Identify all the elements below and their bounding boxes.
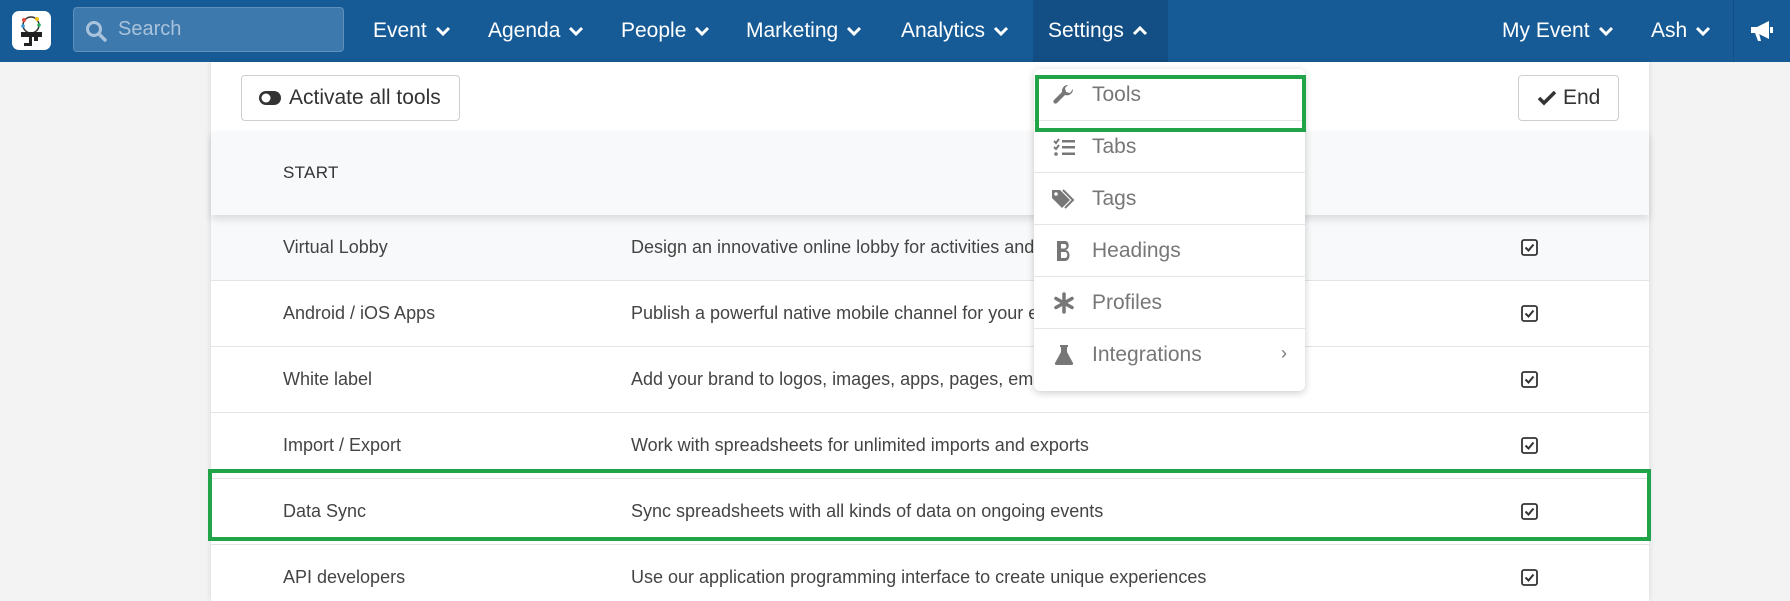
search-input[interactable] (118, 8, 338, 51)
tools-panel: Activate all tools End START Virtual Lob… (211, 62, 1649, 601)
nav-agenda-label: Agenda (488, 19, 561, 42)
start-label: START (283, 163, 339, 182)
menu-item-tabs[interactable]: Tabs (1034, 121, 1305, 173)
search-box[interactable] (73, 7, 344, 52)
checkbox-checked-icon[interactable] (1521, 437, 1538, 454)
checkbox-checked-icon[interactable] (1521, 569, 1538, 586)
tool-description: Design an innovative online lobby for ac… (631, 237, 1035, 257)
tool-name: API developers (283, 567, 406, 587)
tool-description: Add your brand to logos, images, apps, p… (631, 369, 1052, 389)
tool-description: Use our application programming interfac… (631, 567, 1207, 587)
app-logo[interactable] (12, 11, 51, 50)
menu-item-label: Tools (1092, 82, 1142, 106)
nav-my-event-label: My Event (1502, 19, 1590, 42)
chevron-down-icon (847, 26, 862, 37)
check-icon (1537, 90, 1557, 106)
wrench-icon (1050, 84, 1078, 106)
menu-item-label: Headings (1092, 238, 1181, 262)
table-row: Data Sync Sync spreadsheets with all kin… (211, 479, 1649, 545)
tool-name: Data Sync (283, 501, 367, 521)
tags-icon (1050, 188, 1078, 210)
tool-name: Android / iOS Apps (283, 303, 436, 323)
tool-name: Import / Export (283, 435, 402, 455)
menu-item-tools[interactable]: Tools (1034, 69, 1305, 121)
table-row: Android / iOS Apps Publish a powerful na… (211, 281, 1649, 347)
nav-user-menu[interactable]: Ash (1651, 0, 1711, 62)
nav-agenda[interactable]: Agenda (488, 0, 584, 62)
menu-item-label: Integrations (1092, 343, 1202, 366)
chevron-down-icon (1598, 26, 1613, 37)
end-button[interactable]: End (1518, 75, 1619, 121)
nav-event[interactable]: Event (373, 0, 451, 62)
chevron-right-icon: › (1281, 343, 1287, 363)
nav-people-label: People (621, 19, 687, 42)
checkbox-checked-icon[interactable] (1521, 503, 1538, 520)
nav-user-label: Ash (1651, 19, 1688, 42)
chevron-down-icon (993, 26, 1009, 37)
nav-my-event[interactable]: My Event (1502, 0, 1614, 62)
flask-icon (1050, 344, 1078, 366)
top-navbar: Event Agenda People Marketing Analytics … (0, 0, 1790, 62)
start-section-header: START (211, 132, 1649, 215)
checkbox-checked-icon[interactable] (1521, 305, 1538, 322)
bold-icon (1050, 240, 1078, 262)
nav-analytics-label: Analytics (901, 19, 986, 42)
table-row: White label Add your brand to logos, ima… (211, 347, 1649, 413)
chevron-down-icon (695, 26, 710, 37)
menu-item-profiles[interactable]: Profiles (1034, 277, 1305, 329)
asterisk-icon (1050, 291, 1078, 314)
checkbox-checked-icon[interactable] (1521, 371, 1538, 388)
settings-dropdown-menu: Tools Tabs Tags Headings Profiles Integr… (1034, 69, 1305, 391)
nav-people[interactable]: People (621, 0, 710, 62)
tool-name: Virtual Lobby (283, 237, 388, 257)
nav-marketing[interactable]: Marketing (746, 0, 862, 62)
menu-item-tags[interactable]: Tags (1034, 173, 1305, 225)
menu-item-integrations[interactable]: Integrations › (1034, 329, 1305, 381)
nav-event-label: Event (373, 19, 427, 42)
chevron-down-icon (435, 26, 450, 37)
nav-marketing-label: Marketing (746, 19, 839, 42)
table-row: API developers Use our application progr… (211, 545, 1649, 601)
table-row: Virtual Lobby Design an innovative onlin… (211, 215, 1649, 281)
menu-item-label: Tabs (1092, 134, 1137, 158)
nav-settings-label: Settings (1048, 19, 1124, 42)
chevron-down-icon (569, 26, 584, 37)
search-icon (86, 21, 107, 42)
menu-item-label: Profiles (1092, 290, 1163, 314)
list-check-icon (1050, 137, 1078, 156)
nav-analytics[interactable]: Analytics (901, 0, 1009, 62)
activate-all-tools-button[interactable]: Activate all tools (241, 75, 460, 121)
chevron-up-icon (1132, 25, 1147, 36)
activate-all-tools-label: Activate all tools (289, 86, 441, 109)
announcements-button[interactable] (1733, 0, 1790, 62)
checkbox-checked-icon[interactable] (1521, 239, 1538, 256)
menu-item-label: Tags (1092, 186, 1137, 210)
megaphone-icon (1751, 21, 1773, 41)
tool-description: Publish a powerful native mobile channel… (631, 303, 1039, 323)
tool-description: Work with spreadsheets for unlimited imp… (631, 435, 1089, 455)
tool-description: Sync spreadsheets with all kinds of data… (631, 501, 1104, 521)
menu-item-headings[interactable]: Headings (1034, 225, 1305, 277)
chevron-down-icon (1696, 26, 1711, 37)
end-label: End (1563, 86, 1601, 109)
nav-settings[interactable]: Settings (1033, 0, 1168, 62)
table-row: Import / Export Work with spreadsheets f… (211, 413, 1649, 479)
tool-name: White label (283, 369, 373, 389)
toggle-icon (259, 91, 281, 105)
